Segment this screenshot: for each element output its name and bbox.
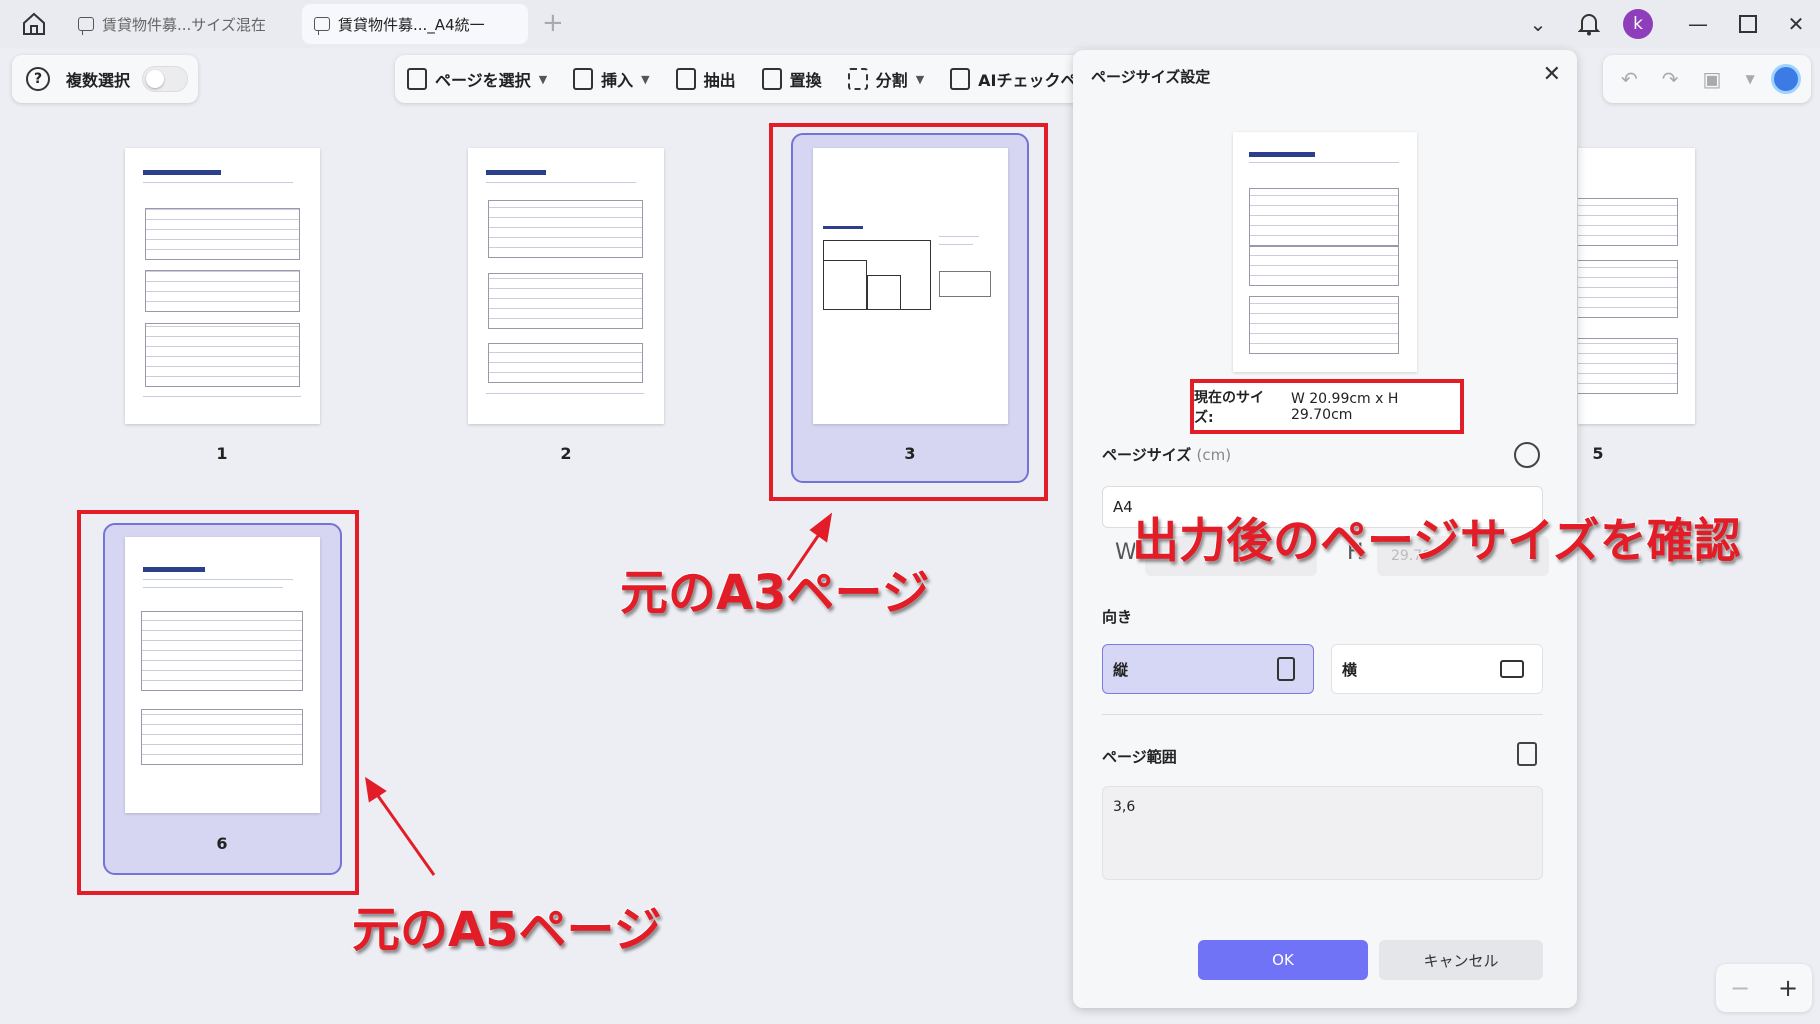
cancel-button[interactable]: キャンセル [1379, 940, 1543, 980]
current-size-value: W 20.99cm x H 29.70cm [1290, 390, 1399, 423]
zoom-in-button[interactable]: + [1778, 974, 1798, 1002]
divider [1102, 714, 1543, 715]
zoom-control: − + [1716, 964, 1812, 1012]
annotation-text-confirm: 出力後のページサイズを確認 [1131, 513, 1742, 570]
page-preview [1233, 132, 1417, 372]
ok-button[interactable]: OK [1198, 940, 1368, 980]
close-icon[interactable]: ✕ [1543, 62, 1561, 87]
page-size-unit: (cm) [1196, 446, 1232, 464]
page-size-value: A4 [1113, 498, 1133, 516]
landscape-option[interactable]: 横 [1331, 644, 1543, 694]
page-range-icon[interactable] [1517, 742, 1537, 766]
landscape-icon [1500, 660, 1524, 678]
portrait-icon [1277, 657, 1295, 681]
portrait-option[interactable]: 縦 [1102, 644, 1314, 694]
annotation-text-a5: 元のA5ページ [351, 901, 663, 959]
page-range-input[interactable]: 3,6 [1102, 786, 1543, 880]
landscape-label: 横 [1342, 660, 1358, 679]
annotation-text-a3: 元のA3ページ [619, 564, 931, 622]
orientation-label: 向き [1102, 608, 1133, 626]
gear-icon[interactable] [1514, 442, 1540, 468]
current-size-label: 現在のサイズ: [1194, 389, 1264, 426]
zoom-out-button[interactable]: − [1730, 974, 1750, 1002]
current-size-box: 現在のサイズ: W 20.99cm x H 29.70cm [1190, 379, 1464, 434]
page-size-label: ページサイズ (cm) [1102, 444, 1231, 465]
portrait-label: 縦 [1113, 660, 1129, 679]
dialog-title: ページサイズ設定 [1091, 68, 1211, 86]
page-size-text: ページサイズ [1102, 446, 1192, 464]
page-range-label: ページ範囲 [1102, 748, 1177, 766]
